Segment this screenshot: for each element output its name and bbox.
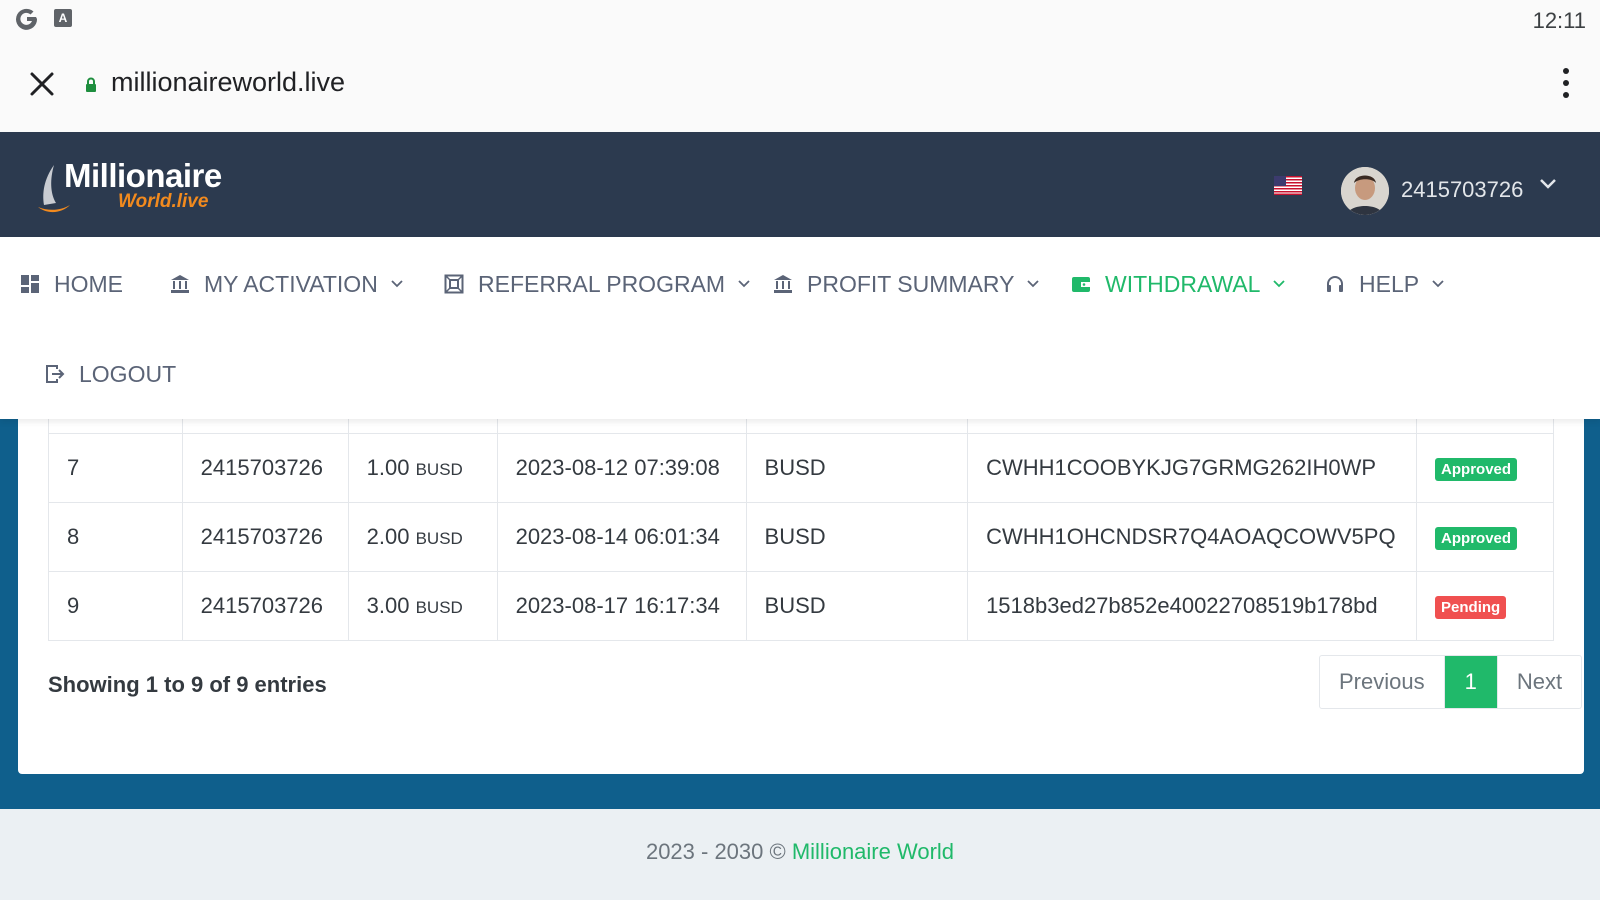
nav-label: MY ACTIVATION [204, 270, 378, 297]
cell-amount: 1.00 BUSD [347, 432, 498, 503]
cell-number: 9 [48, 570, 183, 641]
logo-subtitle: World.live [118, 191, 209, 212]
user-photo-icon [1341, 167, 1389, 215]
chevron-down-icon [1273, 280, 1286, 288]
nav-label: PROFIT SUMMARY [807, 270, 1015, 297]
cell-status: Approved [1416, 432, 1554, 503]
status-clock: 12:11 [1532, 8, 1586, 33]
entries-summary: Showing 1 to 9 of 9 entries [48, 672, 327, 697]
bank-icon [171, 275, 189, 293]
table-row: 7 2415703726 1.00 BUSD 2023-08-12 07:39:… [48, 432, 1554, 503]
withdrawal-card: 7 2415703726 1.00 BUSD 2023-08-12 07:39:… [18, 419, 1584, 774]
browser-toolbar: millionaireworld.live [0, 38, 1600, 132]
table-row-partial [48, 419, 1554, 434]
cell-number: 7 [48, 432, 183, 503]
amount-value: 1.00 [366, 454, 410, 480]
table-row: 8 2415703726 2.00 BUSD 2023-08-14 06:01:… [48, 501, 1554, 572]
logo[interactable]: Millionaire World.live [36, 157, 246, 219]
user-id-label[interactable]: 2415703726 [1401, 177, 1523, 203]
pagination: Previous 1 Next [1319, 655, 1583, 709]
accessibility-a-icon: A [54, 9, 72, 27]
page-1-button[interactable]: 1 [1444, 656, 1497, 708]
cell-amount: 3.00 BUSD [347, 570, 498, 641]
cell-number: 8 [48, 501, 183, 572]
cell-datetime: 2023-08-17 16:17:34 [496, 570, 747, 641]
cell-status: Approved [1416, 501, 1554, 572]
cell-transaction-id: CWHH1OHCNDSR7Q4AOAQCOWV5PQ [967, 501, 1418, 572]
nav-item-profit-summary[interactable]: PROFIT SUMMARY [773, 264, 1040, 304]
footer-link[interactable]: Millionaire World [792, 839, 954, 864]
footer: 2023 - 2030 © Millionaire World [0, 809, 1600, 900]
nav-item-referral-program[interactable]: REFERRAL PROGRAM [444, 264, 751, 304]
chevron-down-icon [1027, 280, 1040, 288]
headphones-icon [1327, 276, 1343, 292]
lock-icon [86, 77, 96, 92]
us-flag-icon[interactable] [1274, 176, 1302, 195]
cell-currency: BUSD [745, 432, 969, 503]
url-bar[interactable]: millionaireworld.live [111, 67, 345, 98]
nav-label: LOGOUT [79, 360, 177, 387]
nav-item-help[interactable]: HELP [1325, 264, 1445, 304]
logo-title: Millionaire [64, 157, 222, 194]
bank-icon [774, 275, 792, 293]
cell-status: Pending [1416, 570, 1554, 641]
dashboard-icon [21, 275, 39, 293]
cell-currency: BUSD [745, 501, 969, 572]
nav-item-my-activation[interactable]: MY ACTIVATION [170, 264, 404, 304]
cell-datetime: 2023-08-12 07:39:08 [496, 432, 747, 503]
logout-icon [46, 365, 65, 383]
chevron-down-icon[interactable] [1538, 176, 1558, 192]
cell-user-id: 2415703726 [181, 432, 349, 503]
previous-page-button[interactable]: Previous [1320, 656, 1445, 708]
nav-label: HELP [1359, 270, 1420, 297]
cell-user-id: 2415703726 [181, 570, 349, 641]
footer-copyright: 2023 - 2030 © [645, 839, 792, 864]
chevron-down-icon [738, 280, 750, 288]
nav-label: REFERRAL PROGRAM [478, 270, 726, 297]
cell-amount: 2.00 BUSD [347, 501, 498, 572]
withdrawal-table: 7 2415703726 1.00 BUSD 2023-08-12 07:39:… [48, 419, 1554, 641]
cell-user-id: 2415703726 [181, 501, 349, 572]
amount-value: 2.00 [366, 523, 410, 549]
site-header: Millionaire World.live 2415703726 [0, 132, 1600, 237]
status-bar: A 12:11 [0, 0, 1600, 38]
nav-label: HOME [54, 270, 123, 297]
status-badge: Pending [1435, 596, 1507, 619]
nav-item-home[interactable]: HOME [20, 264, 123, 304]
nav-label: WITHDRAWAL [1105, 270, 1261, 297]
footer-text: 2023 - 2030 © Millionaire World [0, 839, 1600, 865]
status-badge: Approved [1435, 458, 1518, 481]
close-icon[interactable] [26, 68, 58, 100]
google-g-icon [16, 8, 38, 30]
more-vert-icon[interactable] [1560, 68, 1572, 100]
cell-currency: BUSD [745, 570, 969, 641]
table-row: 9 2415703726 3.00 BUSD 2023-08-17 16:17:… [48, 570, 1554, 641]
wallet-icon [1072, 277, 1090, 292]
avatar[interactable] [1341, 167, 1389, 215]
amount-value: 3.00 [366, 592, 410, 618]
cell-datetime: 2023-08-14 06:01:34 [496, 501, 747, 572]
amount-unit: BUSD [415, 459, 463, 479]
cell-transaction-id: CWHH1COOBYKJG7GRMG262IH0WP [967, 432, 1418, 503]
chevron-down-icon [391, 280, 403, 288]
cell-transaction-id: 1518b3ed27b852e40022708519b178bd [967, 570, 1418, 641]
content-band: 7 2415703726 1.00 BUSD 2023-08-12 07:39:… [0, 419, 1600, 809]
amount-unit: BUSD [415, 597, 463, 617]
nav-item-withdrawal[interactable]: WITHDRAWAL [1071, 264, 1286, 304]
amount-unit: BUSD [415, 528, 463, 548]
status-badge: Approved [1435, 527, 1518, 550]
nav-item-logout[interactable]: LOGOUT [45, 354, 176, 394]
network-icon [444, 274, 464, 294]
chevron-down-icon [1432, 280, 1444, 288]
main-nav: HOME MY ACTIVATION REFERRAL PROGRAM PROF… [0, 237, 1600, 419]
next-page-button[interactable]: Next [1496, 656, 1581, 708]
